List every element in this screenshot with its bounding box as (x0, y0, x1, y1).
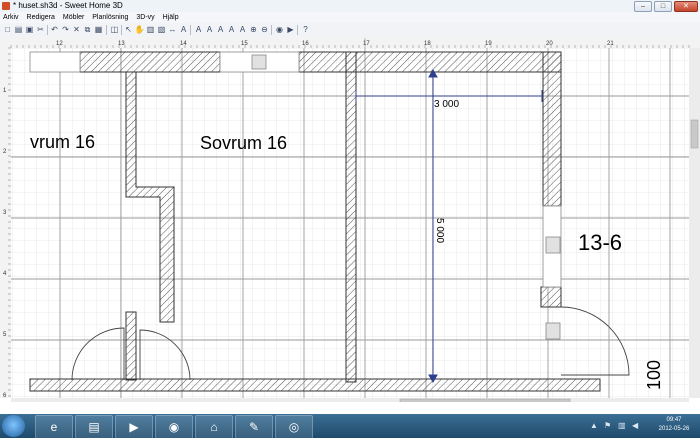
minimize-button[interactable]: – (634, 1, 652, 12)
tray-flag-icon[interactable]: ⚑ (604, 421, 611, 430)
toolbar-separator (297, 25, 298, 35)
window-top-frame[interactable] (251, 54, 267, 70)
ruler-label: 17 (363, 41, 370, 47)
plan-svg[interactable]: 12 13 14 15 16 17 18 19 20 21 1 2 3 4 5 … (0, 37, 700, 406)
ruler-label: 15 (241, 41, 248, 47)
tray-volume-icon[interactable]: ◀ (632, 421, 638, 430)
close-button[interactable]: ✕ (674, 1, 698, 12)
horizontal-scroll-thumb[interactable] (399, 398, 571, 406)
pan-icon[interactable]: ✋ (135, 25, 145, 34)
maximize-button[interactable]: □ (654, 1, 672, 12)
left-ruler[interactable] (0, 48, 11, 398)
create-video-icon[interactable]: ▶ (286, 25, 295, 34)
window-controls: – □ ✕ (634, 1, 698, 12)
dimension-label-100[interactable]: 100 (644, 360, 664, 390)
wall-top-left-window[interactable] (29, 51, 81, 73)
create-photo-icon[interactable]: ◉ (275, 25, 284, 34)
room-label[interactable]: 13-6 (578, 230, 622, 255)
clock-date: 2012-05-26 (658, 426, 690, 432)
decrease-text-icon[interactable]: A (238, 25, 247, 34)
vertical-scroll-thumb[interactable] (690, 119, 699, 149)
menu-planlosning[interactable]: Planlösning (89, 12, 131, 23)
chrome-icon[interactable]: ◎ (275, 415, 313, 439)
toolbar: □ ▤ ▣ ✂ ↶ ↷ ✕ ⧉ ▦ ◫ ↖ ✋ ▥ ▧ ↔ A A A A A … (0, 23, 700, 38)
bold-icon[interactable]: A (205, 25, 214, 34)
ruler-label: 14 (180, 41, 187, 47)
app-icon (2, 2, 10, 10)
toolbar-separator (106, 25, 107, 35)
horizontal-scrollbar[interactable] (11, 398, 689, 406)
tray-up-icon[interactable]: ▲ (590, 421, 598, 430)
menu-hjalp[interactable]: Hjälp (160, 12, 182, 23)
dimension-label-horizontal[interactable]: 3 000 (434, 99, 459, 110)
room-label[interactable]: Sovrum 16 (200, 133, 287, 153)
create-dimensions-icon[interactable]: ↔ (168, 25, 177, 34)
toolbar-separator (47, 25, 48, 35)
increase-text-icon[interactable]: A (227, 25, 236, 34)
start-button[interactable] (2, 415, 25, 437)
open-icon[interactable]: ▤ (14, 25, 23, 34)
wall-top-left[interactable] (79, 51, 221, 73)
spotify-icon[interactable]: ◉ (155, 415, 193, 439)
top-ruler[interactable] (0, 37, 700, 48)
ruler-label: 13 (118, 41, 125, 47)
tray-network-icon[interactable]: ▥ (618, 421, 626, 430)
window-right-frame[interactable] (545, 236, 561, 254)
ie-icon[interactable]: e (35, 415, 73, 439)
wall-middle-vertical[interactable] (345, 51, 357, 383)
italic-icon[interactable]: A (216, 25, 225, 34)
wall-right-mid[interactable] (540, 286, 562, 308)
copy-icon[interactable]: ⧉ (83, 25, 92, 34)
wall-top-right[interactable] (298, 51, 562, 73)
zoom-in-icon[interactable]: ⊕ (249, 25, 258, 34)
wall-right-upper[interactable] (542, 51, 562, 207)
vertical-scrollbar[interactable] (689, 48, 700, 398)
add-furniture-icon[interactable]: ◫ (110, 25, 119, 34)
create-rooms-icon[interactable]: ▧ (157, 25, 166, 34)
toolbar-separator (121, 25, 122, 35)
taskbar: e ▤ ▶ ◉ ⌂ ✎ ◎ ▲ ⚑ ▥ ◀ 09:47 2012-05-26 (0, 414, 700, 439)
clock[interactable]: 09:47 2012-05-26 (654, 416, 694, 434)
plan-view[interactable]: 12 13 14 15 16 17 18 19 20 21 1 2 3 4 5 … (0, 37, 700, 406)
paint-icon[interactable]: ✎ (235, 415, 273, 439)
ruler-label: 19 (485, 41, 492, 47)
save-icon[interactable]: ▣ (25, 25, 34, 34)
toolbar-separator (190, 25, 191, 35)
text-style-icon[interactable]: A (194, 25, 203, 34)
delete-icon[interactable]: ✕ (72, 25, 81, 34)
ruler-label: 20 (546, 41, 553, 47)
menu-3d-vy[interactable]: 3D-vy (133, 12, 157, 23)
sweet-home-icon[interactable]: ⌂ (195, 415, 233, 439)
select-icon[interactable]: ↖ (124, 25, 133, 34)
help-icon[interactable]: ? (301, 25, 310, 34)
ruler-label: 21 (607, 41, 614, 47)
paste-icon[interactable]: ▦ (94, 25, 103, 34)
create-walls-icon[interactable]: ▥ (146, 25, 155, 34)
door-right-frame[interactable] (545, 322, 561, 340)
dimension-label-vertical[interactable]: 5 000 (434, 218, 445, 243)
redo-icon[interactable]: ↷ (61, 25, 70, 34)
ruler-label: 16 (302, 41, 309, 47)
media-player-icon[interactable]: ▶ (115, 415, 153, 439)
create-labels-icon[interactable]: A (179, 25, 188, 34)
toolbar-separator (271, 25, 272, 35)
ruler-label: 18 (424, 41, 431, 47)
cut-icon[interactable]: ✂ (36, 25, 45, 34)
menu-mobler[interactable]: Möbler (60, 12, 87, 23)
ruler-label: 12 (56, 41, 63, 47)
wall-zigzag-lower[interactable] (125, 311, 137, 381)
window-title: * huset.sh3d - Sweet Home 3D (13, 1, 123, 10)
clock-time: 09:47 (666, 417, 682, 423)
room-label[interactable]: vrum 16 (30, 132, 95, 152)
undo-icon[interactable]: ↶ (50, 25, 59, 34)
explorer-folder-icon[interactable]: ▤ (75, 415, 113, 439)
menu-redigera[interactable]: Redigera (24, 12, 58, 23)
menu-arkiv[interactable]: Arkiv (0, 12, 22, 23)
zoom-out-icon[interactable]: ⊖ (260, 25, 269, 34)
wall-bottom[interactable] (29, 378, 601, 392)
menu-bar: Arkiv Redigera Möbler Planlösning 3D-vy … (0, 12, 700, 23)
new-icon[interactable]: □ (3, 25, 12, 34)
